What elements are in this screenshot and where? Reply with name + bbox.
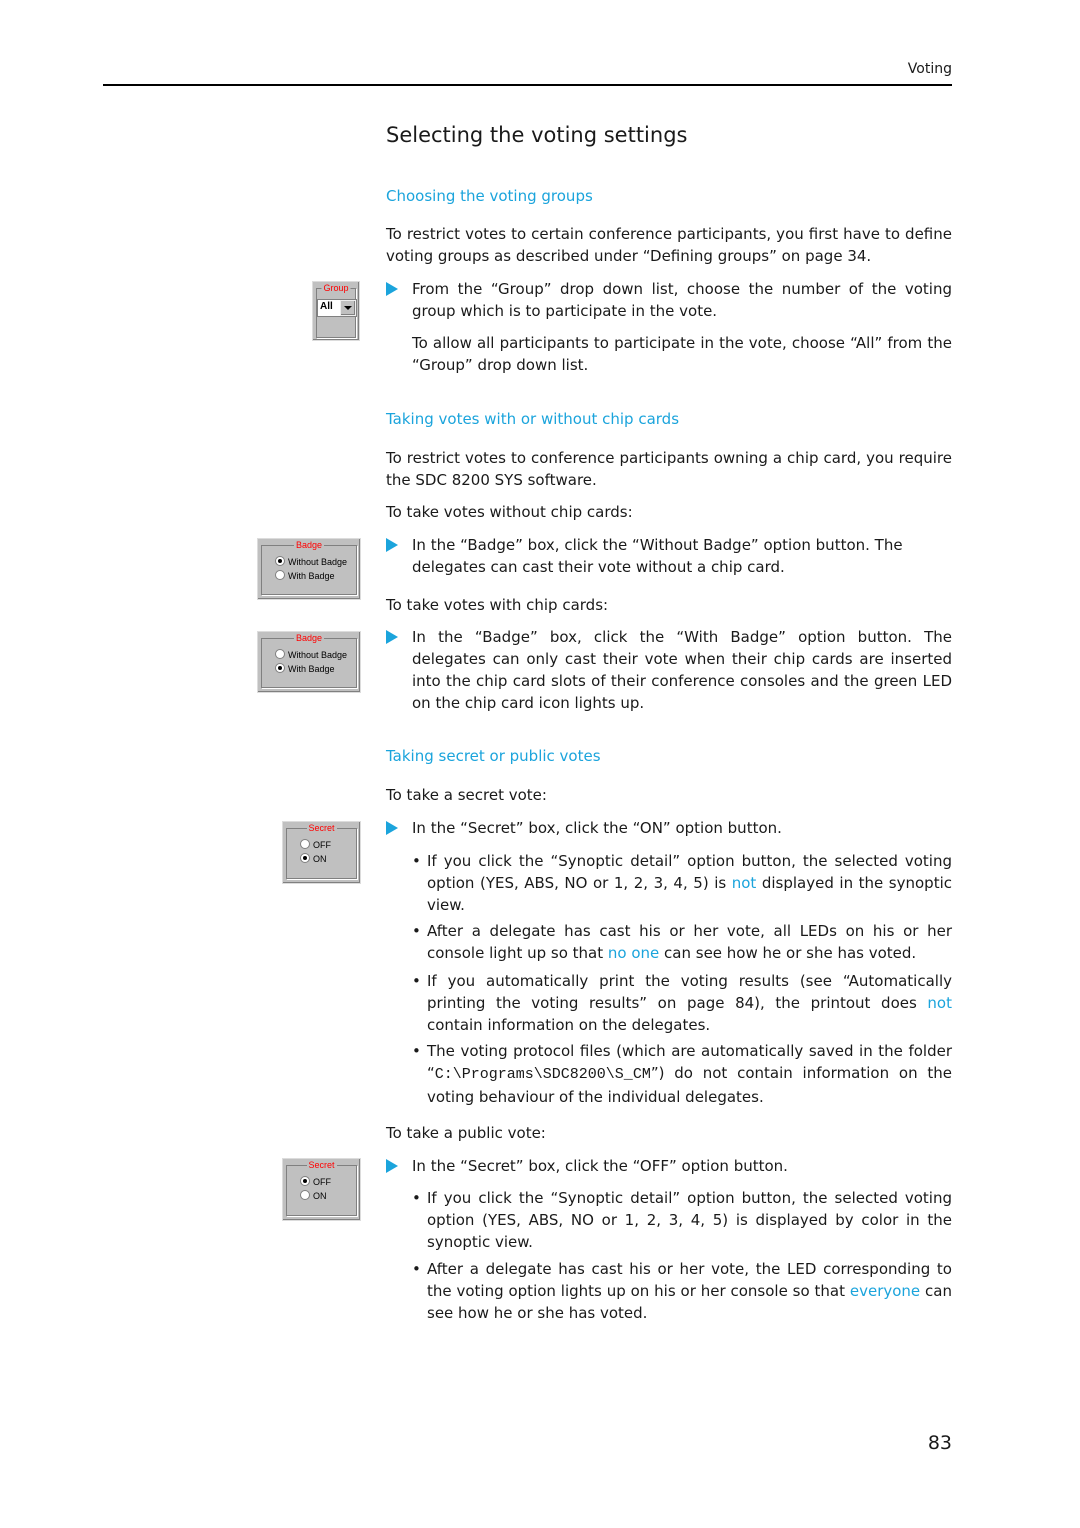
- groups-note: To allow all participants to participate…: [412, 334, 952, 374]
- radio-with-badge[interactable]: With Badge: [275, 570, 335, 582]
- chevron-down-icon[interactable]: [340, 300, 356, 316]
- folder-path: C:\Programs\SDC8200\S_CM: [434, 1066, 651, 1083]
- group-dropdown[interactable]: All: [317, 299, 357, 317]
- radio-without-badge[interactable]: Without Badge: [275, 649, 347, 661]
- chip-with-label: To take votes with chip cards:: [386, 596, 609, 614]
- chip-with-step: In the “Badge” box, click the “With Badg…: [386, 626, 952, 714]
- secret-widget-off: Secret OFF ON: [282, 1158, 361, 1221]
- heading-secret-public: Taking secret or public votes: [386, 747, 601, 765]
- step-arrow-icon: [386, 821, 398, 835]
- groups-step: From the “Group” drop down list, choose …: [386, 278, 952, 322]
- badge-widget-without: Badge Without Badge With Badge: [257, 538, 361, 600]
- heading-chip-cards: Taking votes with or without chip cards: [386, 410, 680, 428]
- groups-intro: To restrict votes to certain conference …: [386, 225, 952, 265]
- secret-bullet: • If you automatically print the voting r…: [412, 972, 952, 1034]
- group-widget: Group All: [312, 281, 360, 341]
- secret-label: To take a secret vote:: [386, 786, 547, 804]
- step-arrow-icon: [386, 282, 398, 296]
- page-number: 83: [927, 1432, 952, 1454]
- step-arrow-icon: [386, 538, 398, 552]
- radio-secret-off[interactable]: OFF: [300, 839, 331, 851]
- badge-widget-with: Badge Without Badge With Badge: [257, 631, 361, 693]
- secret-step: In the “Secret” box, click the “ON” opti…: [386, 817, 952, 839]
- public-step: In the “Secret” box, click the “OFF” opt…: [386, 1155, 952, 1177]
- chip-intro: To restrict votes to conference particip…: [386, 449, 952, 489]
- public-bullet: • After a delegate has cast his or her vo…: [412, 1260, 952, 1322]
- public-label: To take a public vote:: [386, 1124, 546, 1142]
- secret-bullet: • The voting protocol files (which are au…: [412, 1042, 952, 1106]
- radio-without-badge[interactable]: Without Badge: [275, 556, 347, 568]
- secret-bullet: • If you click the “Synoptic detail” opti…: [412, 852, 952, 914]
- step-arrow-icon: [386, 1159, 398, 1173]
- radio-with-badge[interactable]: With Badge: [275, 663, 335, 675]
- secret-widget-on: Secret OFF ON: [282, 821, 361, 884]
- secret-bullet: • After a delegate has cast his or her vo…: [412, 922, 952, 962]
- page-title: Selecting the voting settings: [386, 123, 688, 147]
- step-arrow-icon: [386, 630, 398, 644]
- running-head: Voting: [907, 61, 952, 77]
- heading-voting-groups: Choosing the voting groups: [386, 187, 593, 205]
- group-legend: Group: [321, 282, 351, 294]
- radio-secret-on[interactable]: ON: [300, 853, 327, 865]
- chip-without-label: To take votes without chip cards:: [386, 503, 633, 521]
- radio-secret-on[interactable]: ON: [300, 1190, 327, 1202]
- radio-secret-off[interactable]: OFF: [300, 1176, 331, 1188]
- header-rule: [103, 84, 952, 86]
- chip-without-step: In the “Badge” box, click the “Without B…: [386, 534, 952, 578]
- public-bullet: • If you click the “Synoptic detail” opti…: [412, 1189, 952, 1251]
